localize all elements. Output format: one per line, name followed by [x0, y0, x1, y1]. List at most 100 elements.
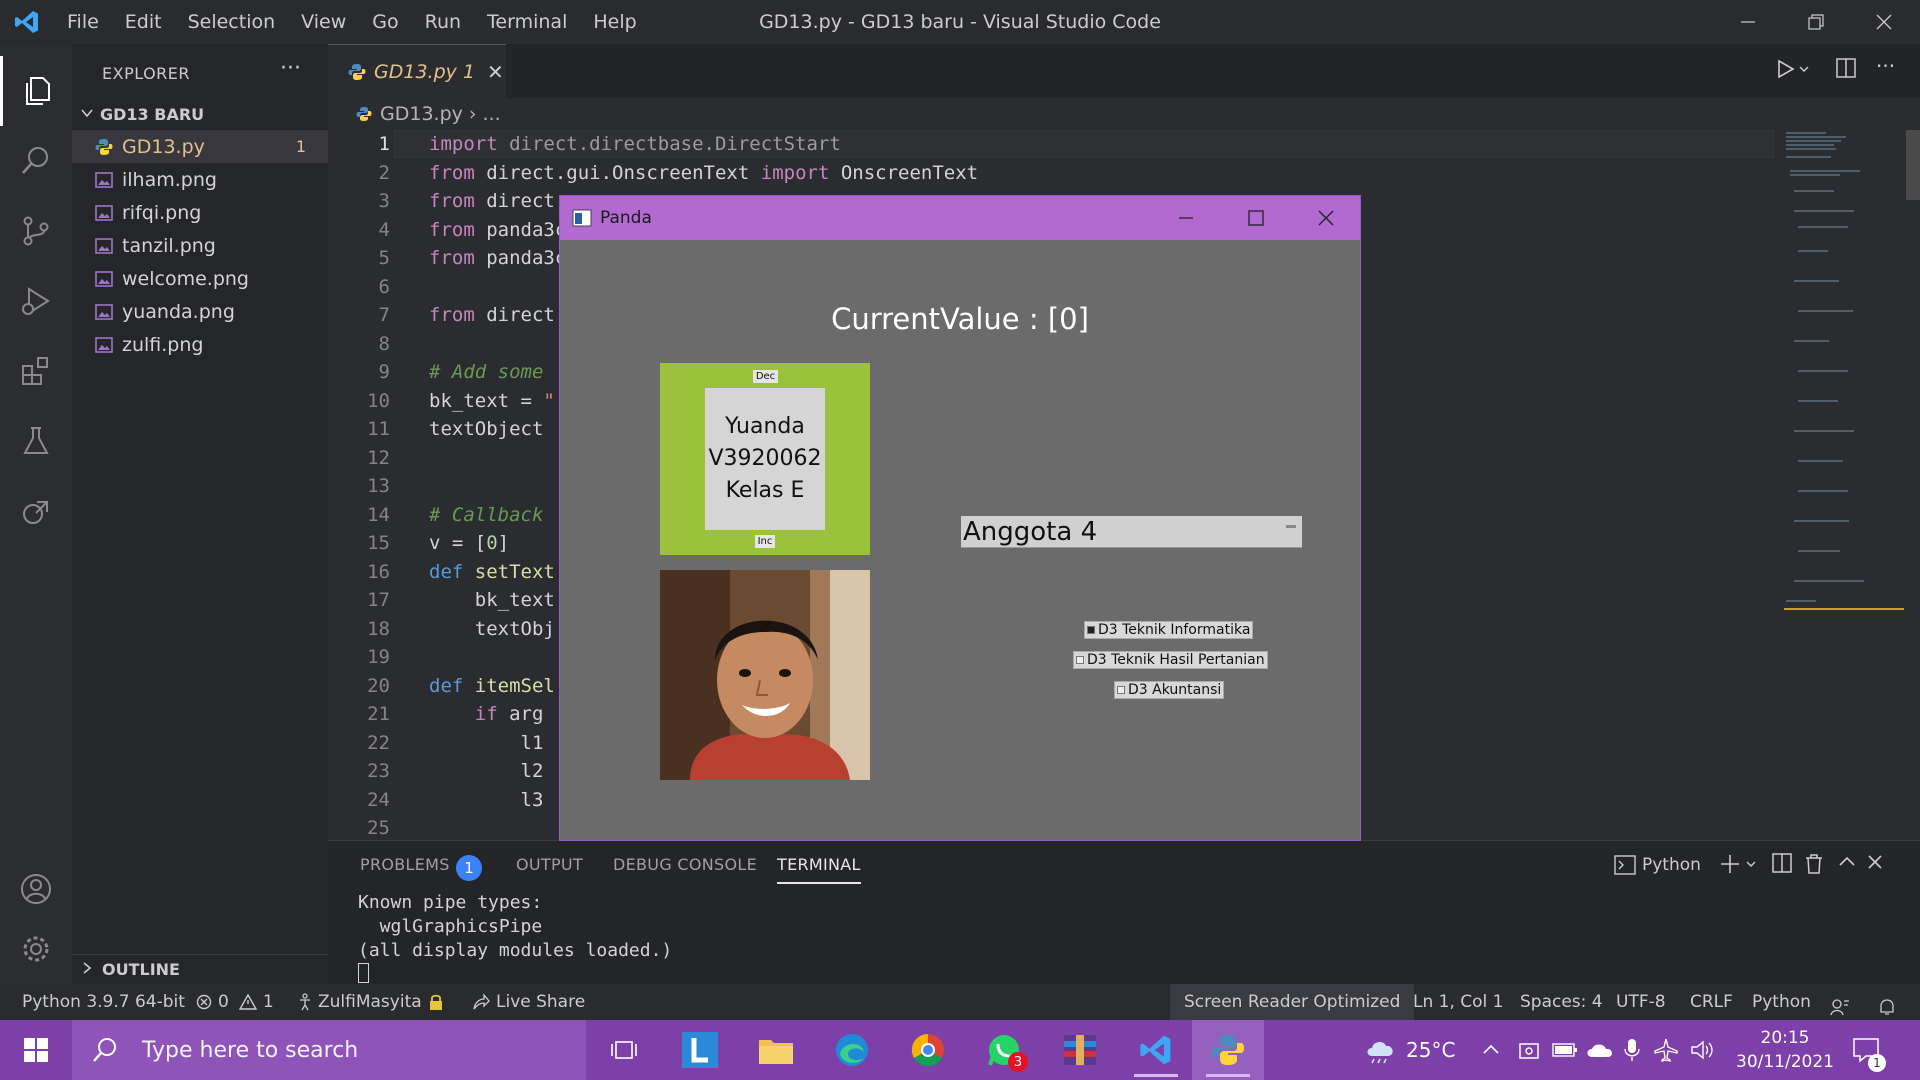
- radio-d3-teknik-informatika[interactable]: D3 Teknik Informatika: [1084, 621, 1254, 639]
- search-activity-icon[interactable]: [0, 126, 72, 196]
- tab-output[interactable]: OUTPUT: [516, 855, 583, 874]
- remote-explorer-icon[interactable]: [0, 476, 72, 546]
- file-tanzil-png[interactable]: tanzil.png: [72, 229, 328, 262]
- line-number: 2: [378, 161, 390, 184]
- minimap[interactable]: [1784, 130, 1904, 730]
- meet-now-icon[interactable]: [1518, 1020, 1540, 1080]
- task-view-icon[interactable]: [588, 1020, 660, 1080]
- file-gd13-py[interactable]: GD13.py 1: [72, 130, 328, 163]
- testing-flask-icon[interactable]: [0, 406, 72, 476]
- current-value-text: CurrentValue : [0]: [831, 302, 1089, 336]
- file-zulfi-png[interactable]: zulfi.png: [72, 328, 328, 361]
- explorer-activity-icon[interactable]: [0, 56, 72, 126]
- python-taskbar-icon[interactable]: [1192, 1020, 1264, 1080]
- tab-close-icon[interactable]: ✕: [487, 60, 504, 84]
- taskbar-search-input[interactable]: Type here to search: [72, 1020, 586, 1080]
- extensions-activity-icon[interactable]: [0, 336, 72, 406]
- battery-icon[interactable]: [1552, 1020, 1578, 1080]
- panda-maximize-button[interactable]: [1221, 196, 1291, 240]
- menu-edit[interactable]: Edit: [112, 0, 175, 44]
- notification-center-icon[interactable]: 1: [1852, 1020, 1886, 1080]
- indentation[interactable]: Spaces: 4: [1520, 984, 1603, 1020]
- weather-widget[interactable]: 25°C: [1364, 1020, 1455, 1080]
- cursor-position[interactable]: Ln 1, Col 1: [1413, 984, 1504, 1020]
- breadcrumb-symbol[interactable]: ...: [482, 103, 500, 125]
- more-actions-icon[interactable]: ···: [1876, 54, 1895, 78]
- close-panel-icon[interactable]: [1866, 853, 1884, 876]
- image-file-icon: [94, 302, 114, 322]
- source-control-activity-icon[interactable]: [0, 196, 72, 266]
- restore-button[interactable]: [1782, 0, 1850, 44]
- maximize-panel-chevron-up-icon[interactable]: [1838, 853, 1856, 876]
- tab-problems[interactable]: PROBLEMS: [360, 855, 450, 874]
- onedrive-cloud-icon[interactable]: [1586, 1020, 1614, 1080]
- language-mode[interactable]: Python: [1752, 984, 1811, 1020]
- split-editor-icon[interactable]: [1836, 58, 1856, 83]
- explorer-more-actions[interactable]: ···: [280, 56, 301, 81]
- volume-speaker-icon[interactable]: [1690, 1020, 1714, 1080]
- kill-terminal-trash-icon[interactable]: [1804, 853, 1824, 880]
- increment-button[interactable]: Inc: [755, 535, 775, 548]
- run-python-file-icon[interactable]: [1776, 58, 1810, 85]
- vscode-taskbar-icon[interactable]: [1120, 1020, 1192, 1080]
- file-explorer-folder-icon[interactable]: [740, 1020, 812, 1080]
- winrar-icon[interactable]: [1044, 1020, 1116, 1080]
- decrement-button[interactable]: Dec: [753, 370, 778, 383]
- problems-status[interactable]: 0 1: [196, 984, 274, 1020]
- new-terminal-icon[interactable]: [1720, 853, 1760, 880]
- menu-file[interactable]: File: [54, 0, 112, 44]
- python-interpreter[interactable]: Python 3.9.7 64-bit: [22, 984, 185, 1020]
- line-number: 12: [367, 446, 390, 469]
- show-hidden-icons-chevron-up-icon[interactable]: [1482, 1020, 1500, 1080]
- microphone-icon[interactable]: [1624, 1020, 1640, 1080]
- radio-d3-teknik-hasil-pertanian[interactable]: D3 Teknik Hasil Pertanian: [1073, 651, 1268, 669]
- file-welcome-png[interactable]: welcome.png: [72, 262, 328, 295]
- menu-selection[interactable]: Selection: [175, 0, 289, 44]
- live-share-button[interactable]: Live Share: [472, 984, 585, 1020]
- end-of-line[interactable]: CRLF: [1690, 984, 1733, 1020]
- panda-app-icon: [572, 209, 592, 227]
- menu-help[interactable]: Help: [580, 0, 649, 44]
- start-button-windows-icon[interactable]: [0, 1020, 72, 1080]
- tab-gd13-py[interactable]: GD13.py 1 ✕: [328, 44, 506, 98]
- breadcrumb-file[interactable]: GD13.py: [380, 103, 463, 125]
- panda-title-bar[interactable]: Panda: [560, 196, 1360, 240]
- tab-debug-console[interactable]: DEBUG CONSOLE: [613, 855, 757, 874]
- folder-gd13-baru[interactable]: GD13 BARU: [72, 99, 328, 129]
- terminal-output[interactable]: Known pipe types: wglGraphicsPipe (all d…: [358, 891, 672, 963]
- member-dropdown[interactable]: Anggota 4: [961, 516, 1302, 548]
- radio-d3-akuntansi[interactable]: D3 Akuntansi: [1114, 681, 1225, 699]
- minimize-button[interactable]: [1714, 0, 1782, 44]
- file-ilham-png[interactable]: ilham.png: [72, 163, 328, 196]
- account-status[interactable]: ZulfiMasyita: [298, 984, 444, 1020]
- line-number: 15: [367, 532, 390, 555]
- outline-section[interactable]: OUTLINE: [72, 954, 328, 984]
- file-yuanda-png[interactable]: yuanda.png: [72, 295, 328, 328]
- menu-run[interactable]: Run: [412, 0, 474, 44]
- edge-browser-icon[interactable]: [816, 1020, 888, 1080]
- screen-reader-status[interactable]: Screen Reader Optimized: [1170, 984, 1415, 1020]
- chrome-browser-icon[interactable]: [892, 1020, 964, 1080]
- panda-close-button[interactable]: [1291, 196, 1361, 240]
- whatsapp-icon[interactable]: 3: [968, 1020, 1040, 1080]
- taskbar-clock[interactable]: 20:15 30/11/2021: [1730, 1026, 1840, 1074]
- encoding[interactable]: UTF-8: [1616, 984, 1666, 1020]
- editor-scrollbar[interactable]: [1906, 130, 1920, 200]
- scrolled-frame[interactable]: Dec Yuanda V3920062 Kelas E Inc: [660, 363, 870, 555]
- python-file-icon: [94, 137, 114, 157]
- file-rifqi-png[interactable]: rifqi.png: [72, 196, 328, 229]
- settings-gear-icon[interactable]: [0, 914, 72, 984]
- airplane-mode-icon[interactable]: [1654, 1020, 1678, 1080]
- file-name: zulfi.png: [122, 333, 204, 356]
- close-window-button[interactable]: [1850, 0, 1918, 44]
- problems-count-badge: 1: [456, 855, 482, 881]
- l-app-icon[interactable]: [664, 1020, 736, 1080]
- split-terminal-icon[interactable]: [1772, 853, 1792, 878]
- panda-minimize-button[interactable]: [1151, 196, 1221, 240]
- menu-view[interactable]: View: [288, 0, 359, 44]
- menu-go[interactable]: Go: [359, 0, 411, 44]
- terminal-selector[interactable]: Python: [1614, 855, 1701, 875]
- tab-terminal[interactable]: TERMINAL: [777, 855, 861, 884]
- run-debug-activity-icon[interactable]: [0, 266, 72, 336]
- menu-terminal[interactable]: Terminal: [474, 0, 580, 44]
